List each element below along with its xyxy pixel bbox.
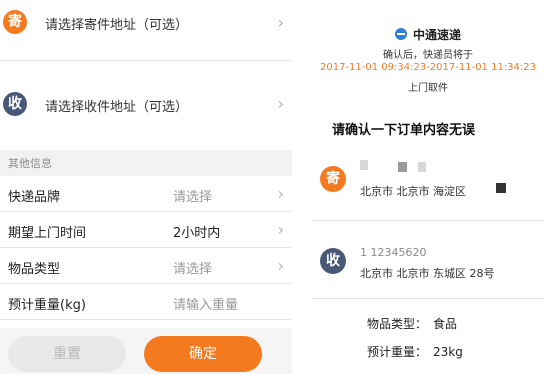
item-type-select[interactable]: 请选择 bbox=[173, 258, 212, 277]
form-row-weight[interactable]: 预计重量(kg) 请输入重量 bbox=[0, 284, 292, 320]
brand-select[interactable]: 请选择 bbox=[173, 186, 212, 205]
redacted-name bbox=[360, 160, 368, 170]
sender-badge: 寄 bbox=[320, 166, 346, 192]
form-label: 物品类型 bbox=[8, 262, 61, 277]
action-bar: 重置 确定 bbox=[0, 328, 292, 374]
divider bbox=[312, 298, 544, 299]
order-form-screen: 寄 请选择寄件地址（可选） › 收 请选择收件地址（可选） › 其他信息 快递品… bbox=[0, 0, 292, 374]
form-row-pickup-time[interactable]: 期望上门时间 2小时内 › bbox=[0, 212, 292, 248]
divider bbox=[0, 60, 292, 61]
pickup-time-select[interactable]: 2小时内 bbox=[173, 222, 220, 241]
pickup-note: 上门取件 bbox=[408, 83, 448, 94]
form-row-brand[interactable]: 快递品牌 请选择 › bbox=[0, 176, 292, 212]
sender-address-placeholder: 请选择寄件地址（可选） bbox=[45, 18, 189, 33]
sender-badge: 寄 bbox=[3, 10, 27, 34]
weight-value: 23kg bbox=[433, 345, 463, 359]
reset-button[interactable]: 重置 bbox=[8, 336, 126, 372]
form-row-item-type[interactable]: 物品类型 请选择 › bbox=[0, 248, 292, 284]
weight-label: 预计重量： bbox=[367, 345, 428, 359]
chevron-right-icon: › bbox=[277, 184, 284, 203]
divider bbox=[312, 220, 544, 221]
redacted-mark bbox=[398, 162, 407, 172]
confirm-button[interactable]: 确定 bbox=[144, 336, 262, 372]
receiver-phone: 1 12345620 bbox=[360, 246, 427, 259]
item-type-label: 物品类型： bbox=[367, 317, 428, 331]
confirm-heading: 请确认一下订单内容无误 bbox=[332, 123, 476, 138]
item-type-summary: 物品类型： 食品 bbox=[367, 315, 457, 332]
chevron-right-icon: › bbox=[277, 13, 284, 32]
redacted-mark bbox=[496, 183, 506, 193]
form-label: 期望上门时间 bbox=[8, 226, 87, 241]
chevron-right-icon: › bbox=[277, 220, 284, 239]
carrier-name: 中通速递 bbox=[412, 28, 461, 42]
section-label: 其他信息 bbox=[8, 157, 52, 170]
pickup-time-range: 2017-11-01 09:34:23-2017-11-01 11:34:23 bbox=[319, 62, 537, 73]
gutter bbox=[292, 0, 312, 374]
order-confirm-screen: 中通速递 确认后，快递员将于 2017-11-01 09:34:23-2017-… bbox=[312, 0, 544, 374]
receiver-badge: 收 bbox=[320, 248, 346, 274]
receiver-badge: 收 bbox=[3, 92, 27, 116]
form-label: 预计重量(kg) bbox=[8, 298, 86, 313]
carrier-title: 中通速递 bbox=[312, 26, 544, 43]
weight-input[interactable]: 请输入重量 bbox=[173, 294, 238, 313]
item-type-value: 食品 bbox=[433, 317, 458, 331]
confirm-note: 确认后，快递员将于 bbox=[383, 50, 473, 61]
carrier-logo-icon bbox=[394, 28, 407, 40]
receiver-address: 北京市 北京市 东城区 28号 bbox=[360, 267, 495, 280]
receiver-address-row[interactable]: 收 请选择收件地址（可选） › bbox=[0, 74, 292, 134]
redacted-mark bbox=[418, 162, 426, 172]
chevron-right-icon: › bbox=[277, 94, 284, 113]
screenshot: 寄 请选择寄件地址（可选） › 收 请选择收件地址（可选） › 其他信息 快递品… bbox=[0, 0, 544, 374]
receiver-address-placeholder: 请选择收件地址（可选） bbox=[45, 100, 189, 115]
weight-summary: 预计重量： 23kg bbox=[367, 343, 463, 360]
sender-address-row[interactable]: 寄 请选择寄件地址（可选） › bbox=[0, 0, 292, 60]
sender-address: 北京市 北京市 海淀区 bbox=[360, 185, 466, 198]
form-label: 快递品牌 bbox=[8, 190, 61, 205]
chevron-right-icon: › bbox=[277, 256, 284, 275]
section-header: 其他信息 bbox=[0, 150, 292, 176]
